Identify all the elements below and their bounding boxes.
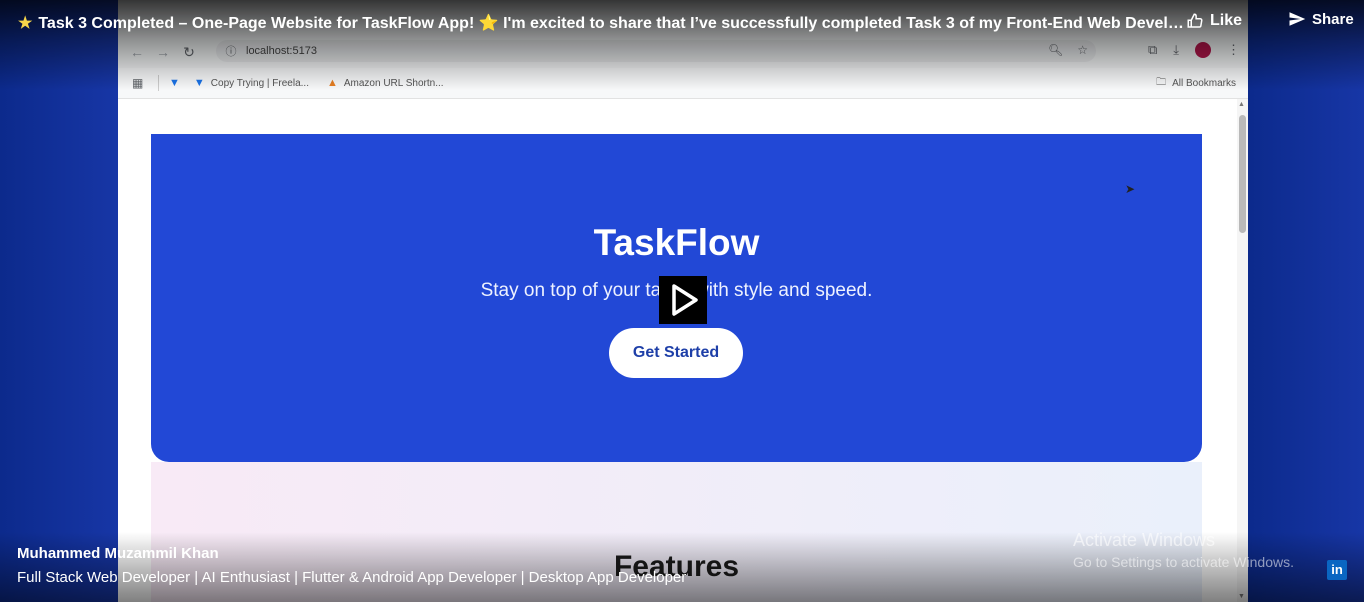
linkedin-icon[interactable]: in bbox=[1327, 560, 1347, 580]
scroll-down-icon[interactable]: ▼ bbox=[1238, 593, 1245, 600]
site-info-icon[interactable]: ⓘ bbox=[220, 43, 242, 59]
like-button[interactable]: Like bbox=[1186, 12, 1242, 30]
address-bar[interactable]: ⓘ localhost:5173 🔍︎ ☆ bbox=[216, 40, 1096, 62]
author-name[interactable]: Muhammed Muzammil Khan bbox=[17, 545, 219, 562]
all-bookmarks[interactable]: 🗀︎ All Bookmarks bbox=[1156, 75, 1236, 92]
profile-avatar[interactable] bbox=[1195, 42, 1211, 58]
folder-icon: 🗀︎ bbox=[1156, 76, 1167, 88]
star-icon: ★ bbox=[18, 15, 33, 32]
video-side-background-left bbox=[0, 0, 118, 602]
scroll-up-icon[interactable]: ▲ bbox=[1238, 101, 1245, 108]
page-scrollbar[interactable]: ▲ ▼ bbox=[1237, 99, 1248, 602]
web-page: TaskFlow Stay on top of your tasks with … bbox=[118, 99, 1237, 602]
apps-grid-icon[interactable]: ▦ bbox=[132, 76, 148, 90]
bookmark-label: Amazon URL Shortn... bbox=[343, 77, 444, 89]
like-label: Like bbox=[1210, 12, 1243, 29]
send-icon bbox=[1289, 12, 1306, 26]
forward-arrow-icon[interactable]: → bbox=[150, 44, 176, 60]
bookmark-filter-icon[interactable]: ▼ bbox=[169, 77, 180, 89]
bookmark-favicon-icon: ▼ bbox=[193, 77, 205, 89]
toolbar-right: ⧉ ⤓ ⋮ bbox=[1148, 42, 1240, 58]
address-bar-icons: 🔍︎ ☆ bbox=[1048, 43, 1088, 57]
bookmark-label: Copy Trying | Freela... bbox=[210, 77, 309, 89]
back-arrow-icon[interactable]: ← bbox=[124, 44, 150, 60]
bookmarks-divider bbox=[158, 75, 159, 91]
mouse-cursor-icon: ➤ bbox=[1125, 182, 1136, 196]
video-side-background-right bbox=[1248, 0, 1364, 602]
activate-windows-subtitle: Go to Settings to activate Windows. bbox=[1073, 554, 1294, 570]
zoom-icon[interactable]: 🔍︎ bbox=[1048, 43, 1063, 57]
bookmark-favicon-icon: ▲ bbox=[326, 77, 338, 89]
post-title: ★ Task 3 Completed – One-Page Website for… bbox=[18, 13, 1184, 33]
reload-icon[interactable]: ↻ bbox=[176, 44, 202, 61]
bookmarks-bar: ▦ ▼ ▼ Copy Trying | Freela... ▲ Amazon U… bbox=[118, 68, 1248, 99]
post-title-text: Task 3 Completed – One-Page Website for … bbox=[38, 15, 1184, 32]
get-started-button[interactable]: Get Started bbox=[609, 328, 743, 378]
browser-toolbar: ← → ↻ ⓘ localhost:5173 🔍︎ ☆ ⧉ ⤓ ⋮ bbox=[118, 36, 1248, 68]
scroll-thumb[interactable] bbox=[1239, 115, 1246, 233]
play-icon bbox=[672, 284, 698, 316]
bookmark-star-icon[interactable]: ☆ bbox=[1077, 43, 1088, 57]
play-button[interactable] bbox=[659, 276, 707, 324]
download-icon[interactable]: ⤓ bbox=[1173, 42, 1179, 58]
author-headline: Full Stack Web Developer | AI Enthusiast… bbox=[17, 569, 687, 586]
address-text: localhost:5173 bbox=[246, 45, 317, 57]
bookmark-item[interactable]: ▼ Copy Trying | Freela... bbox=[194, 77, 309, 89]
menu-kebab-icon[interactable]: ⋮ bbox=[1227, 42, 1240, 58]
activate-windows-title: Activate Windows bbox=[1073, 530, 1216, 550]
extensions-icon[interactable]: ⧉ bbox=[1148, 42, 1157, 58]
share-button[interactable]: Share bbox=[1288, 10, 1354, 28]
bookmark-item[interactable]: ▲ Amazon URL Shortn... bbox=[327, 77, 444, 89]
thumbs-up-icon bbox=[1187, 13, 1203, 28]
all-bookmarks-label: All Bookmarks bbox=[1172, 77, 1236, 89]
share-label: Share bbox=[1312, 10, 1354, 28]
hero-title: TaskFlow bbox=[593, 222, 760, 263]
